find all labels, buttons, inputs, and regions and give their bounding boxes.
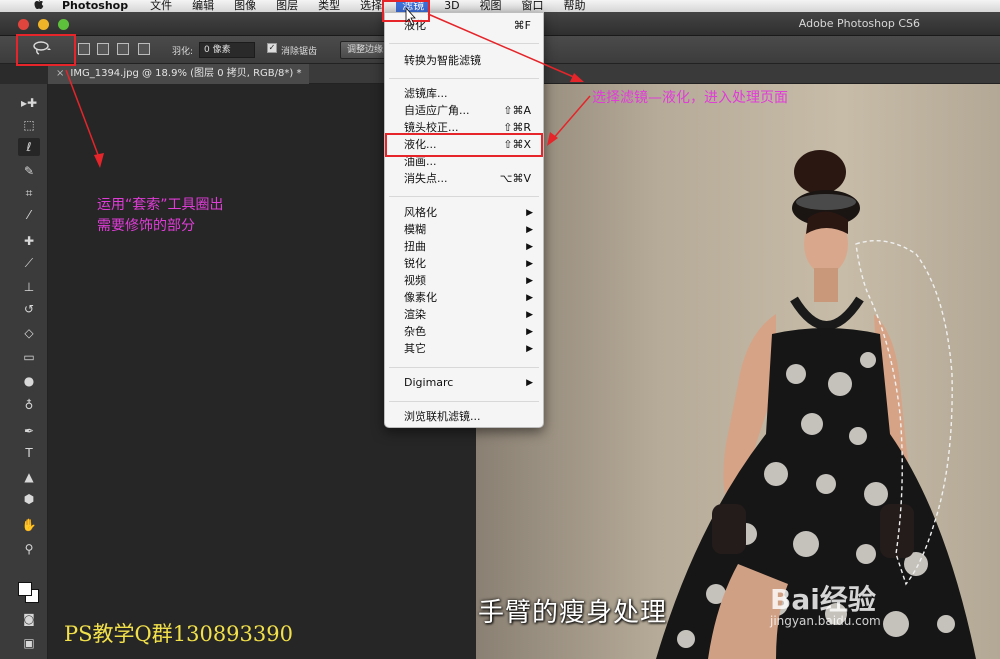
lasso-note-line2: 需要修饰的部分 — [97, 218, 195, 234]
baidu-watermark-url: jingyan.baidu.com — [770, 614, 881, 628]
qq-group-text: PS教学Q群130893390 — [64, 622, 293, 646]
video-subtitle: 手臂的瘦身处理 — [478, 598, 668, 628]
annotation-arrows — [65, 6, 591, 168]
menu-note: 选择滤镜—液化，进入处理页面 — [592, 90, 788, 106]
baidu-watermark: Bai经验 — [770, 583, 876, 616]
lasso-note-line1: 运用“套索”工具圈出 — [97, 197, 224, 213]
